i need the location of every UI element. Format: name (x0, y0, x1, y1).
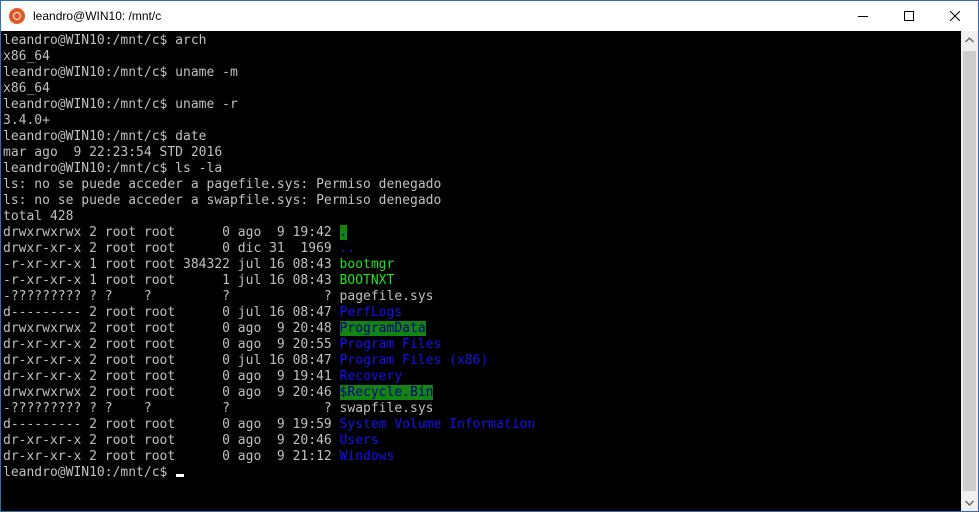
directory-name: Users (339, 433, 379, 448)
terminal-text: leandro@WIN10:/mnt/c$ arch (3, 33, 207, 48)
terminal-line: ls: no se puede acceder a pagefile.sys: … (3, 177, 961, 193)
terminal-line: dr-xr-xr-x 2 root root 0 ago 9 20:46 Use… (3, 433, 961, 449)
terminal-text: dr-xr-xr-x 2 root root 0 ago 9 20:46 (3, 433, 340, 448)
terminal-text: leandro@WIN10:/mnt/c$ (3, 465, 176, 480)
minimize-icon (858, 16, 868, 17)
terminal-text: ls: no se puede acceder a swapfile.sys: … (3, 193, 442, 208)
directory-name: Recovery (339, 369, 403, 384)
terminal-text: leandro@WIN10:/mnt/c$ uname -m (3, 65, 238, 80)
directory-name: Program Files (x86) (339, 353, 489, 368)
terminal-line: d--------- 2 root root 0 ago 9 19:59 Sys… (3, 417, 961, 433)
terminal-text: total 428 (3, 209, 74, 224)
text-cursor (176, 474, 185, 477)
directory-name-highlighted: $Recycle.Bin (339, 385, 434, 400)
window-title: leandro@WIN10: /mnt/c (33, 9, 162, 23)
terminal-text: leandro@WIN10:/mnt/c$ ls -la (3, 161, 223, 176)
terminal-text: drwxrwxrwx 2 root root 0 ago 9 20:48 (3, 321, 340, 336)
directory-name: .. (339, 241, 356, 256)
terminal-text: ls: no se puede acceder a pagefile.sys: … (3, 177, 442, 192)
terminal-line: x86_64 (3, 81, 961, 97)
terminal-line: drwxr-xr-x 2 root root 0 dic 31 1969 .. (3, 241, 961, 257)
terminal-text: drwxr-xr-x 2 root root 0 dic 31 1969 (3, 241, 340, 256)
maximize-button[interactable] (886, 1, 932, 31)
terminal-text: dr-xr-xr-x 2 root root 0 ago 9 21:12 (3, 449, 340, 464)
terminal-text: x86_64 (3, 49, 50, 64)
vertical-scrollbar[interactable] (961, 31, 978, 511)
terminal-text: leandro@WIN10:/mnt/c$ uname -r (3, 97, 238, 112)
terminal-text: leandro@WIN10:/mnt/c$ date (3, 129, 207, 144)
maximize-icon (904, 11, 914, 21)
terminal-text: -????????? ? ? ? ? ? pagefile.sys (3, 289, 434, 304)
directory-name-highlighted: . (339, 225, 348, 240)
terminal-line: -r-xr-xr-x 1 root root 384322 jul 16 08:… (3, 257, 961, 273)
minimize-button[interactable] (840, 1, 886, 31)
directory-name: System Volume Information (339, 417, 536, 432)
terminal-line: leandro@WIN10:/mnt/c$ date (3, 129, 961, 145)
terminal-line: dr-xr-xr-x 2 root root 0 ago 9 21:12 Win… (3, 449, 961, 465)
terminal-line: x86_64 (3, 49, 961, 65)
terminal-text: 3.4.0+ (3, 113, 50, 128)
terminal-text: dr-xr-xr-x 2 root root 0 ago 9 20:55 (3, 337, 340, 352)
executable-file-name: BOOTNXT (339, 273, 395, 288)
terminal-line: ls: no se puede acceder a swapfile.sys: … (3, 193, 961, 209)
terminal-text: -r-xr-xr-x 1 root root 384322 jul 16 08:… (3, 257, 340, 272)
close-button[interactable] (932, 1, 978, 31)
terminal-line: leandro@WIN10:/mnt/c$ uname -r (3, 97, 961, 113)
terminal-line: -????????? ? ? ? ? ? swapfile.sys (3, 401, 961, 417)
terminal-text: mar ago 9 22:23:54 STD 2016 (3, 145, 223, 160)
window-controls (840, 1, 978, 31)
terminal-line: leandro@WIN10:/mnt/c$ arch (3, 33, 961, 49)
terminal-line: -????????? ? ? ? ? ? pagefile.sys (3, 289, 961, 305)
terminal-text: -????????? ? ? ? ? ? swapfile.sys (3, 401, 434, 416)
directory-name: Windows (339, 449, 395, 464)
terminal-output[interactable]: leandro@WIN10:/mnt/c$ arch x86_64 leandro@… (1, 31, 961, 511)
terminal-text: d--------- 2 root root 0 jul 16 08:47 (3, 305, 340, 320)
terminal-line: total 428 (3, 209, 961, 225)
chevron-down-icon (965, 500, 974, 506)
terminal-line: drwxrwxrwx 2 root root 0 ago 9 20:46 $Re… (3, 385, 961, 401)
terminal-text: drwxrwxrwx 2 root root 0 ago 9 19:42 (3, 225, 340, 240)
ubuntu-icon (9, 8, 25, 24)
scrollbar-thumb[interactable] (963, 51, 976, 491)
directory-name-highlighted: ProgramData (339, 321, 426, 336)
terminal-line: leandro@WIN10:/mnt/c$ (3, 465, 961, 481)
terminal-line: leandro@WIN10:/mnt/c$ ls -la (3, 161, 961, 177)
terminal-line: leandro@WIN10:/mnt/c$ uname -m (3, 65, 961, 81)
terminal-window: leandro@WIN10: /mnt/c leandro@WIN10:/mnt… (0, 0, 979, 512)
terminal-line: dr-xr-xr-x 2 root root 0 ago 9 19:41 Rec… (3, 369, 961, 385)
terminal-line: d--------- 2 root root 0 jul 16 08:47 Pe… (3, 305, 961, 321)
scroll-up-button[interactable] (961, 31, 978, 48)
terminal-line: drwxrwxrwx 2 root root 0 ago 9 19:42 . (3, 225, 961, 241)
chevron-up-icon (965, 36, 974, 42)
terminal-line: dr-xr-xr-x 2 root root 0 jul 16 08:47 Pr… (3, 353, 961, 369)
directory-name: Program Files (339, 337, 442, 352)
terminal-line: -r-xr-xr-x 1 root root 1 jul 16 08:43 BO… (3, 273, 961, 289)
terminal-text: drwxrwxrwx 2 root root 0 ago 9 20:46 (3, 385, 340, 400)
terminal-text: d--------- 2 root root 0 ago 9 19:59 (3, 417, 340, 432)
scroll-down-button[interactable] (961, 494, 978, 511)
close-icon (950, 11, 960, 21)
title-bar[interactable]: leandro@WIN10: /mnt/c (1, 1, 978, 31)
terminal-text: x86_64 (3, 81, 50, 96)
directory-name: PerfLogs (339, 305, 403, 320)
executable-file-name: bootmgr (339, 257, 395, 272)
terminal-line: dr-xr-xr-x 2 root root 0 ago 9 20:55 Pro… (3, 337, 961, 353)
terminal-line: drwxrwxrwx 2 root root 0 ago 9 20:48 Pro… (3, 321, 961, 337)
terminal-line: 3.4.0+ (3, 113, 961, 129)
terminal-text: dr-xr-xr-x 2 root root 0 jul 16 08:47 (3, 353, 340, 368)
terminal-text: dr-xr-xr-x 2 root root 0 ago 9 19:41 (3, 369, 340, 384)
terminal-line: mar ago 9 22:23:54 STD 2016 (3, 145, 961, 161)
terminal-text: -r-xr-xr-x 1 root root 1 jul 16 08:43 (3, 273, 340, 288)
